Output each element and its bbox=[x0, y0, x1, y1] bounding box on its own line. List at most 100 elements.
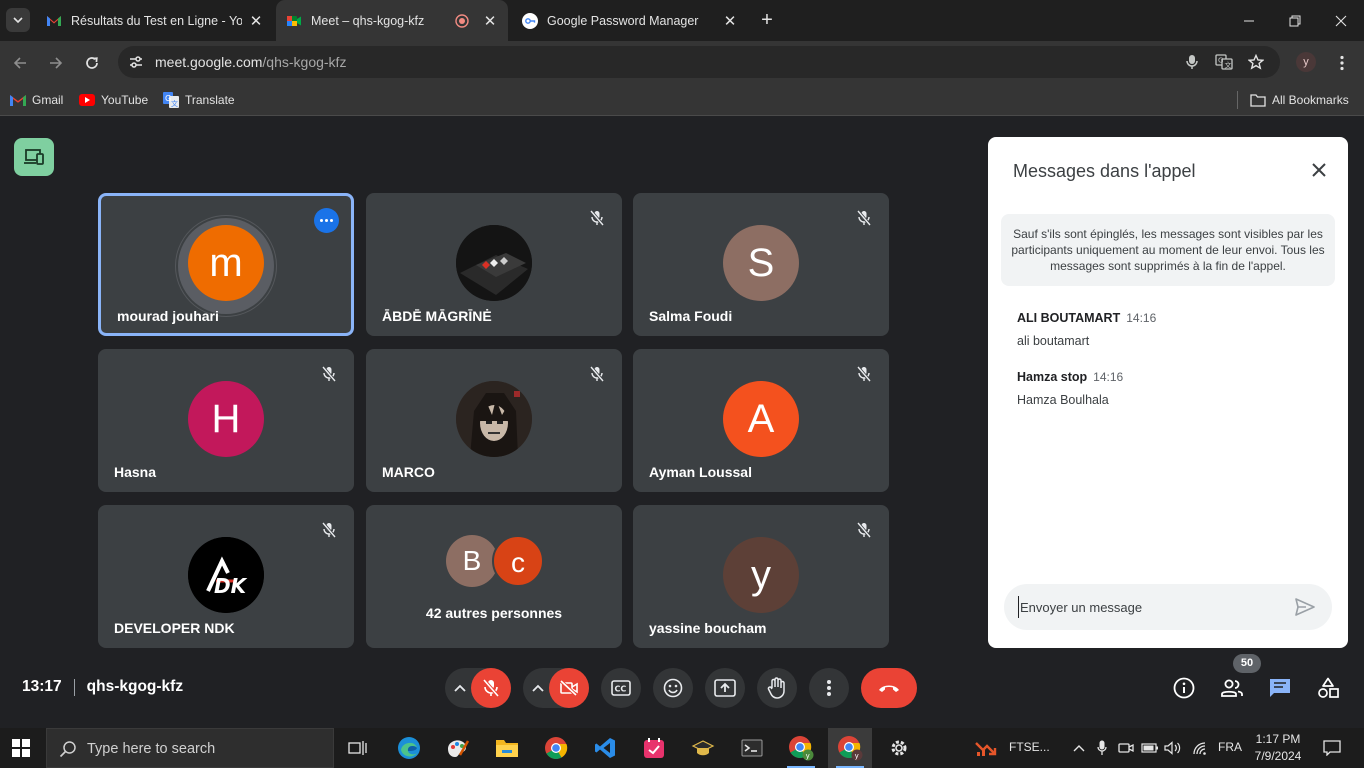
show-hidden-icons-button[interactable] bbox=[1070, 740, 1088, 756]
more-options-button[interactable] bbox=[809, 668, 849, 708]
input-language[interactable]: FRA bbox=[1218, 740, 1242, 754]
participant-options-button[interactable] bbox=[314, 208, 339, 233]
minimize-button[interactable] bbox=[1226, 0, 1272, 41]
avatar: S bbox=[723, 225, 799, 301]
bookmark-translate[interactable]: G文 Translate bbox=[163, 92, 235, 108]
captions-button[interactable]: CC bbox=[601, 668, 641, 708]
message-author: Hamza stop bbox=[1017, 370, 1088, 384]
participant-tile-salma[interactable]: S Salma Foudi bbox=[633, 193, 889, 336]
more-vert-icon bbox=[1340, 55, 1344, 71]
close-chat-button[interactable] bbox=[1306, 157, 1332, 183]
close-window-button[interactable] bbox=[1318, 0, 1364, 41]
leave-call-button[interactable] bbox=[861, 668, 917, 708]
audio-options-button[interactable] bbox=[447, 668, 473, 708]
bookmark-youtube[interactable]: YouTube bbox=[79, 92, 148, 108]
tab-search-button[interactable] bbox=[6, 8, 30, 32]
participant-name: ĀBDĒ MĀGRĪNĖ bbox=[382, 308, 492, 324]
hand-icon bbox=[767, 677, 785, 699]
search-placeholder: Type here to search bbox=[87, 741, 216, 757]
mic-in-use-icon[interactable] bbox=[1093, 740, 1111, 756]
battery-icon[interactable] bbox=[1141, 740, 1159, 756]
system-clock[interactable]: 1:17 PM 7/9/2024 bbox=[1252, 731, 1304, 765]
translate-page-icon[interactable]: 文G bbox=[1214, 52, 1234, 72]
taskbar-chrome-profile-2[interactable]: y bbox=[828, 728, 872, 768]
search-icon bbox=[59, 741, 76, 758]
taskbar-terminal[interactable] bbox=[730, 728, 774, 768]
reload-button[interactable] bbox=[80, 51, 104, 75]
chat-button[interactable] bbox=[1267, 675, 1293, 701]
participant-tile-developer-ndk[interactable]: DK DEVELOPER NDK bbox=[98, 505, 354, 648]
companion-mode-button[interactable] bbox=[14, 138, 54, 176]
participant-name: mourad jouhari bbox=[117, 308, 219, 324]
chat-icon bbox=[1270, 679, 1290, 697]
tab-meet[interactable]: Meet – qhs-kgog-kfz ✕ bbox=[276, 0, 508, 41]
taskbar-edge[interactable] bbox=[387, 728, 431, 768]
microphone-toggle[interactable] bbox=[471, 668, 511, 708]
url-text[interactable]: meet.google.com/qhs-kgog-kfz bbox=[155, 54, 346, 70]
restore-button[interactable] bbox=[1272, 0, 1318, 41]
new-tab-button[interactable]: + bbox=[756, 9, 778, 31]
send-button[interactable] bbox=[1294, 596, 1316, 618]
video-options-button[interactable] bbox=[525, 668, 551, 708]
bookmark-star-icon[interactable] bbox=[1246, 52, 1266, 72]
meeting-clock: 13:17 bbox=[22, 678, 62, 695]
translate-icon: G文 bbox=[163, 92, 179, 108]
participant-tile-abde[interactable]: ĀBDĒ MĀGRĪNĖ bbox=[366, 193, 622, 336]
close-tab-icon[interactable]: ✕ bbox=[722, 13, 738, 30]
all-bookmarks-label: All Bookmarks bbox=[1272, 93, 1349, 107]
stock-widget-label[interactable]: FTSE... bbox=[1009, 740, 1050, 754]
close-tab-icon[interactable]: ✕ bbox=[482, 13, 498, 30]
windows-start-icon[interactable] bbox=[12, 739, 30, 757]
chat-message-input[interactable] bbox=[1018, 596, 1278, 618]
taskbar-file-explorer[interactable] bbox=[485, 728, 529, 768]
participant-tile-yassine[interactable]: y yassine boucham bbox=[633, 505, 889, 648]
participant-tile-ayman[interactable]: A Ayman Loussal bbox=[633, 349, 889, 492]
close-tab-icon[interactable]: ✕ bbox=[248, 13, 264, 30]
svg-text:y: y bbox=[855, 752, 859, 760]
svg-text:G: G bbox=[1218, 57, 1223, 65]
taskbar-app-cap[interactable] bbox=[681, 728, 725, 768]
stock-widget-icon[interactable] bbox=[966, 728, 1006, 768]
microphone-icon[interactable] bbox=[1182, 52, 1202, 72]
volume-icon[interactable] bbox=[1164, 740, 1182, 756]
all-bookmarks-button[interactable]: All Bookmarks bbox=[1250, 92, 1349, 108]
taskbar-chrome-profile-1[interactable]: y bbox=[779, 728, 823, 768]
address-bar[interactable]: meet.google.com/qhs-kgog-kfz 文G bbox=[118, 46, 1280, 78]
meeting-details-button[interactable] bbox=[1171, 675, 1197, 701]
camera-toggle[interactable] bbox=[549, 668, 589, 708]
restore-icon bbox=[1289, 15, 1301, 26]
bookmark-gmail[interactable]: Gmail bbox=[10, 92, 63, 108]
present-screen-button[interactable] bbox=[705, 668, 745, 708]
reactions-button[interactable] bbox=[653, 668, 693, 708]
participant-tile-marco[interactable]: MARCO bbox=[366, 349, 622, 492]
taskbar-chrome[interactable] bbox=[534, 728, 578, 768]
paint-icon bbox=[448, 740, 470, 757]
taskbar-paint[interactable] bbox=[436, 728, 480, 768]
task-view-button[interactable] bbox=[336, 728, 380, 768]
notifications-button[interactable] bbox=[1322, 740, 1342, 756]
taskbar-search-box[interactable]: Type here to search bbox=[46, 728, 334, 768]
participant-name: DEVELOPER NDK bbox=[114, 620, 235, 636]
browser-menu-button[interactable] bbox=[1332, 51, 1352, 75]
taskbar-app-pink[interactable] bbox=[632, 728, 676, 768]
others-tile[interactable]: B c 42 autres personnes bbox=[366, 505, 622, 648]
back-arrow-icon bbox=[13, 57, 26, 69]
raise-hand-button[interactable] bbox=[757, 668, 797, 708]
tab-password-manager[interactable]: Google Password Manager ✕ bbox=[512, 0, 748, 41]
site-info-icon[interactable] bbox=[126, 52, 146, 72]
forward-button[interactable] bbox=[44, 51, 68, 75]
participant-tile-hasna[interactable]: H Hasna bbox=[98, 349, 354, 492]
participant-tile-mourad[interactable]: m mourad jouhari bbox=[98, 193, 354, 336]
wifi-icon[interactable] bbox=[1191, 740, 1209, 756]
url-path: /qhs-kgog-kfz bbox=[262, 54, 347, 70]
back-button[interactable] bbox=[8, 51, 32, 75]
taskbar-settings[interactable] bbox=[877, 728, 921, 768]
people-button[interactable] bbox=[1219, 675, 1245, 701]
activities-icon bbox=[1318, 677, 1339, 698]
activities-button[interactable] bbox=[1315, 675, 1341, 701]
camera-in-use-icon[interactable] bbox=[1117, 740, 1135, 756]
terminal-icon bbox=[741, 739, 763, 757]
profile-avatar[interactable]: y bbox=[1296, 52, 1316, 72]
taskbar-vscode[interactable] bbox=[583, 728, 627, 768]
tab-test-results[interactable]: Résultats du Test en Ligne - You ✕ bbox=[36, 0, 274, 41]
